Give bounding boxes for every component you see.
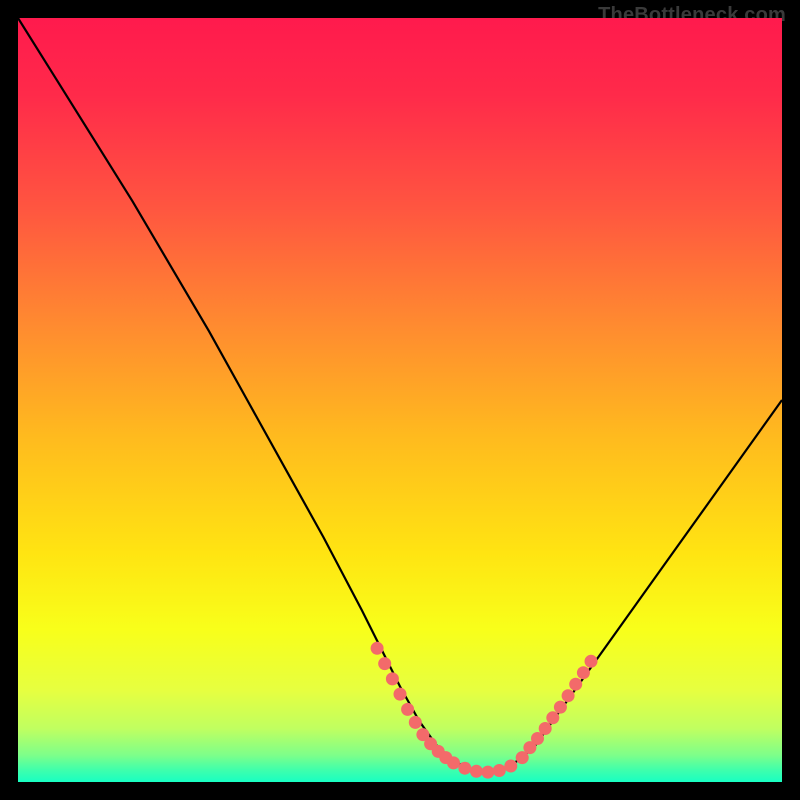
highlight-dot bbox=[554, 701, 567, 714]
highlight-dot bbox=[378, 657, 391, 670]
highlight-dot bbox=[470, 765, 483, 778]
highlight-dot bbox=[562, 689, 575, 702]
highlight-dot bbox=[493, 764, 506, 777]
highlight-dot bbox=[569, 678, 582, 691]
highlight-dot bbox=[577, 666, 590, 679]
highlight-dot bbox=[371, 642, 384, 655]
highlight-dot bbox=[546, 711, 559, 724]
chart-svg bbox=[18, 18, 782, 782]
gradient-background bbox=[18, 18, 782, 782]
highlight-dot bbox=[481, 766, 494, 779]
highlight-dot bbox=[539, 722, 552, 735]
highlight-dot bbox=[394, 688, 407, 701]
highlight-dot bbox=[585, 655, 598, 668]
highlight-dot bbox=[447, 756, 460, 769]
highlight-dot bbox=[458, 762, 471, 775]
highlight-dot bbox=[504, 760, 517, 773]
highlight-dot bbox=[409, 716, 422, 729]
highlight-dot bbox=[386, 672, 399, 685]
highlight-dot bbox=[401, 703, 414, 716]
chart-area bbox=[18, 18, 782, 782]
